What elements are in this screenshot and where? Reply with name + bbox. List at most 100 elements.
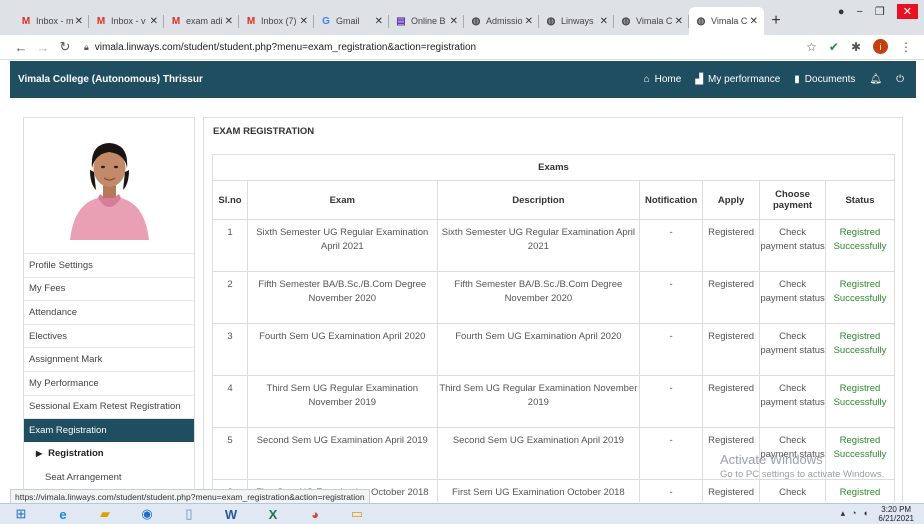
cell-exam: Fifth Semester BA/B.Sc./B.Com Degree Nov… [246,271,438,324]
cell-slno: 1 [212,219,248,272]
cell-apply: Registered [702,219,761,272]
close-tab-icon[interactable]: ✕ [450,16,458,27]
browser-tab[interactable]: Mexam adi ✕ [164,7,239,35]
check-payment-status-link[interactable]: Check payment status [759,375,826,428]
sidebar-subitem-registration[interactable]: ▶ Registration [24,442,194,466]
globe-icon: ◍ [471,15,481,27]
close-tab-icon[interactable]: ✕ [675,16,683,27]
extension-check-icon[interactable]: ✔ [829,40,839,54]
media-player-icon[interactable]: ◉ [126,504,168,524]
nav-documents[interactable]: ▮ Documents [794,74,855,85]
sidebar-menu: Profile Settings My Fees Attendance Elec… [24,253,194,489]
browser-tab[interactable]: ◍ Vimala C ✕ [614,7,689,35]
browser-tab[interactable]: ◍ Linways ✕ [539,7,614,35]
close-tab-icon[interactable]: ✕ [150,16,158,27]
home-icon: ⌂ [643,74,650,85]
url-field[interactable]: 🔒︎ vimala.linways.com/student/student.ph… [84,42,476,53]
address-bar: ← → ↻ 🔒︎ vimala.linways.com/student/stud… [0,35,924,60]
minimize-icon[interactable]: − [856,6,862,18]
restore-icon[interactable]: ❐ [875,5,885,18]
close-tab-icon[interactable]: ✕ [300,16,308,27]
browser-tab[interactable]: M Inbox - v ✕ [89,7,164,35]
close-tab-icon[interactable]: ✕ [600,16,608,27]
sidebar-item-sessional-retest[interactable]: Sessional Exam Retest Registration [24,394,194,419]
gmail-icon: M [96,15,106,27]
sidebar-item-attendance[interactable]: Attendance [24,300,194,324]
sidebar-item-my-fees[interactable]: My Fees [24,276,194,301]
col-header-status: Status [825,180,895,220]
browser-tab-label: Inbox - m [36,16,73,26]
close-tab-icon[interactable]: ✕ [375,16,383,27]
nav-home[interactable]: ⌂ Home [644,74,682,85]
browser-tab[interactable]: M Inbox (7) ✕ [239,7,314,35]
clock-date: 6/21/2021 [878,514,914,523]
volume-icon[interactable]: ◖ [863,508,868,519]
close-window-icon[interactable]: ✕ [896,4,918,19]
excel-icon[interactable]: X [252,504,294,524]
window-controls: ● − ❐ ✕ [838,4,918,19]
sidebar-item-exam-registration[interactable]: Exam Registration [24,418,194,442]
chrome-icon[interactable]: ◕ [294,504,336,524]
browser-tab[interactable]: ◍ Vimala C ✕ [689,7,764,35]
nav-documents-label: Documents [804,74,856,85]
bookmark-star-icon[interactable]: ☆ [806,40,817,54]
browser-tab-strip: M Inbox - m ✕ M Inbox - v ✕ Mexam adi ✕ M Inbox (… [0,0,924,35]
close-tab-icon[interactable]: ✕ [225,16,233,27]
sidebar-item-assignment-mark[interactable]: Assignment Mark [24,347,194,371]
google-icon: G [322,15,330,27]
browser-tab-label: Vimala C [711,16,748,26]
browser-tab-label: Linways [561,16,594,26]
sidebar-subitem-seat-arrangement[interactable]: Seat Arrangement [24,465,194,489]
sidebar-item-my-performance[interactable]: My Performance [24,370,194,395]
forward-icon[interactable]: → [32,40,54,55]
chrome-menu-icon[interactable]: ⋮ [900,40,912,54]
network-icon[interactable]: ◔ [851,508,856,519]
internet-explorer-icon[interactable]: e [42,504,84,524]
browser-tab-label: Admissio [486,16,523,26]
check-payment-status-link[interactable]: Check payment status [759,219,826,272]
file-explorer-icon[interactable]: ▰ [84,504,126,524]
college-name: Vimala College (Autonomous) Thrissur [18,74,203,85]
cell-status: Registred Successfully [825,219,895,272]
table-row: 2 Fifth Semester BA/B.Sc./B.Com Degree No… [212,271,895,324]
sidebar-item-profile-settings[interactable]: Profile Settings [24,253,194,277]
browser-tab[interactable]: ▤ Online B ✕ [389,7,464,35]
profile-icon[interactable]: ● [838,6,845,18]
close-tab-icon[interactable]: ✕ [750,16,758,27]
form-icon: ▤ [396,15,406,27]
extensions-puzzle-icon[interactable]: ✱ [851,40,861,54]
windows-taskbar: ⊞ e ▰ ◉ ▯ W X ◕ ▭ ▴ ◔ ◖ 3:20 PM 6/21/202… [0,503,924,524]
table-group-header: Exams [212,154,895,181]
notepad-icon[interactable]: ▯ [168,504,210,524]
notification-bell-icon[interactable]: 🔔︎ [869,74,882,85]
word-icon[interactable]: W [210,504,252,524]
close-tab-icon[interactable]: ✕ [75,16,83,27]
cell-description: Sixth Semester UG Regular Examination Ap… [436,219,641,272]
browser-tab[interactable]: ◍ Admissio ✕ [464,7,539,35]
browser-tab[interactable]: G Gmail ✕ [314,7,389,35]
tray-arrow-icon[interactable]: ▴ [841,508,846,519]
reload-icon[interactable]: ↻ [54,39,76,55]
gmail-icon: M [246,15,256,27]
sidebar-item-electives[interactable]: Electives [24,323,194,348]
nav-my-performance[interactable]: ▟ My performance [695,74,780,85]
folder-icon[interactable]: ▭ [336,504,378,524]
cell-exam: Second Sem UG Examination April 2019 [246,427,438,480]
back-icon[interactable]: ← [10,40,32,55]
new-tab-icon[interactable]: + [764,7,788,35]
check-payment-status-link[interactable]: Check payment status [759,271,826,324]
check-payment-status-link[interactable]: Check payment status [759,479,826,502]
table-row: 1 Sixth Semester UG Regular Examination A… [212,219,895,272]
account-avatar-icon[interactable]: i [873,39,888,54]
browser-tab-label: exam adi [186,16,223,26]
taskbar-clock[interactable]: 3:20 PM 6/21/2021 [878,505,914,523]
windows-start-icon[interactable]: ⊞ [0,504,42,524]
check-payment-status-link[interactable]: Check payment status [759,323,826,376]
browser-tab-label: Online B [411,16,446,26]
col-header-exam: Exam [246,180,438,220]
cell-slno: 3 [212,323,248,376]
cell-description: Third Sem UG Regular Examination Novembe… [436,375,641,428]
power-icon[interactable]: ⏻ [896,74,904,85]
browser-tab[interactable]: M Inbox - m ✕ [14,7,89,35]
close-tab-icon[interactable]: ✕ [525,16,533,27]
